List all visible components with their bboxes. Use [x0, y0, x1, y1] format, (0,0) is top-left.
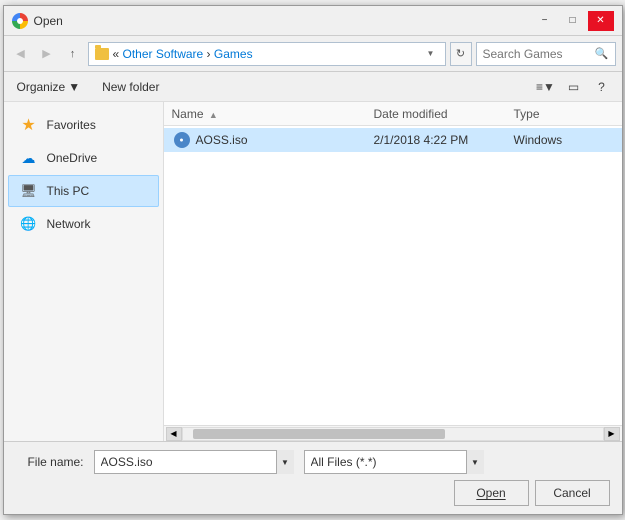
this-pc-icon: 🖥 — [19, 181, 39, 201]
open-button[interactable]: Open — [454, 480, 529, 506]
dialog-title: Open — [34, 14, 63, 28]
sidebar-label-favorites: Favorites — [47, 118, 96, 132]
address-path: « Other Software › Games — [113, 47, 419, 61]
file-list-header: Name ▲ Date modified Type — [164, 102, 622, 126]
title-bar-left: Open — [12, 13, 63, 29]
new-folder-button[interactable]: New folder — [97, 76, 164, 98]
toolbar-right: ≡▼ ▭ ? — [534, 76, 614, 98]
cancel-button[interactable]: Cancel — [535, 480, 610, 506]
main-content: ★ Favorites ☁ OneDrive 🖥 This PC 🌐 — [4, 102, 622, 441]
scroll-right-button[interactable]: ▶ — [604, 427, 620, 441]
refresh-button[interactable]: ↻ — [450, 42, 472, 66]
file-list: ● AOSS.iso 2/1/2018 4:22 PM Windows — [164, 126, 622, 425]
search-input[interactable] — [483, 47, 595, 61]
iso-file-icon: ● — [172, 132, 192, 148]
filename-input[interactable] — [94, 450, 294, 474]
sidebar-item-favorites[interactable]: ★ Favorites — [8, 109, 159, 141]
file-name: AOSS.iso — [196, 133, 374, 147]
address-box[interactable]: « Other Software › Games ▼ — [88, 42, 446, 66]
pane-button[interactable]: ▭ — [562, 76, 586, 98]
folder-icon — [95, 48, 109, 60]
scroll-left-button[interactable]: ◀ — [166, 427, 182, 441]
column-date[interactable]: Date modified — [374, 107, 514, 121]
file-list-area: Name ▲ Date modified Type ● AOSS.iso 2/1… — [164, 102, 622, 441]
network-icon: 🌐 — [19, 214, 39, 234]
help-button[interactable]: ? — [590, 76, 614, 98]
filename-row: File name: ▼ All Files (*.*) ISO Files (… — [14, 450, 612, 474]
title-bar: Open − □ ✕ — [4, 6, 622, 36]
sidebar-item-network[interactable]: 🌐 Network — [8, 208, 159, 240]
chrome-icon — [12, 13, 28, 29]
new-folder-label: New folder — [102, 80, 159, 94]
horizontal-scrollbar[interactable]: ◀ ▶ — [164, 425, 622, 441]
path-other-software[interactable]: Other Software — [123, 47, 204, 61]
sidebar-item-this-pc[interactable]: 🖥 This PC — [8, 175, 159, 207]
scroll-track[interactable] — [182, 427, 604, 441]
address-dropdown-arrow[interactable]: ▼ — [423, 43, 439, 65]
title-bar-controls: − □ ✕ — [532, 11, 614, 31]
sidebar-label-network: Network — [47, 217, 91, 231]
bottom-bar: File name: ▼ All Files (*.*) ISO Files (… — [4, 441, 622, 514]
filename-label: File name: — [14, 455, 84, 469]
organize-button[interactable]: Organize ▼ — [12, 76, 86, 98]
path-games[interactable]: Games — [214, 47, 253, 61]
minimize-button[interactable]: − — [532, 11, 558, 31]
help-icon: ? — [598, 80, 605, 94]
sidebar-label-onedrive: OneDrive — [47, 151, 98, 165]
up-button[interactable]: ↑ — [62, 43, 84, 65]
favorites-icon: ★ — [19, 115, 39, 135]
sidebar: ★ Favorites ☁ OneDrive 🖥 This PC 🌐 — [4, 102, 164, 441]
view-toggle-button[interactable]: ≡▼ — [534, 76, 558, 98]
file-date: 2/1/2018 4:22 PM — [374, 133, 514, 147]
sort-arrow-name: ▲ — [209, 110, 218, 120]
address-bar: ◀ ▶ ↑ « Other Software › Games ▼ ↻ 🔍 — [4, 36, 622, 72]
sidebar-item-onedrive[interactable]: ☁ OneDrive — [8, 142, 159, 174]
maximize-button[interactable]: □ — [560, 11, 586, 31]
organize-label: Organize — [17, 80, 66, 94]
pane-icon: ▭ — [568, 80, 579, 94]
file-item-aoss-iso[interactable]: ● AOSS.iso 2/1/2018 4:22 PM Windows — [164, 128, 622, 152]
column-type[interactable]: Type — [514, 107, 614, 121]
view-icon: ≡▼ — [536, 80, 555, 94]
toolbar: Organize ▼ New folder ≡▼ ▭ ? — [4, 72, 622, 102]
search-box[interactable]: 🔍 — [476, 42, 616, 66]
filetype-select[interactable]: All Files (*.*) ISO Files (*.iso) All su… — [304, 450, 484, 474]
filetype-wrapper: All Files (*.*) ISO Files (*.iso) All su… — [304, 450, 484, 474]
organize-arrow: ▼ — [68, 80, 80, 94]
scroll-thumb[interactable] — [193, 429, 445, 439]
sidebar-label-this-pc: This PC — [47, 184, 90, 198]
column-name[interactable]: Name ▲ — [172, 107, 374, 121]
file-type: Windows — [514, 133, 614, 147]
open-dialog: Open − □ ✕ ◀ ▶ ↑ « Other Software › Game… — [3, 5, 623, 515]
search-icon[interactable]: 🔍 — [595, 47, 609, 60]
forward-button[interactable]: ▶ — [36, 43, 58, 65]
onedrive-icon: ☁ — [19, 148, 39, 168]
filename-dropdown-button[interactable]: ▼ — [276, 450, 294, 474]
back-button[interactable]: ◀ — [10, 43, 32, 65]
close-button[interactable]: ✕ — [588, 11, 614, 31]
action-row: Open Cancel — [14, 480, 612, 506]
filename-input-wrapper: ▼ — [94, 450, 294, 474]
